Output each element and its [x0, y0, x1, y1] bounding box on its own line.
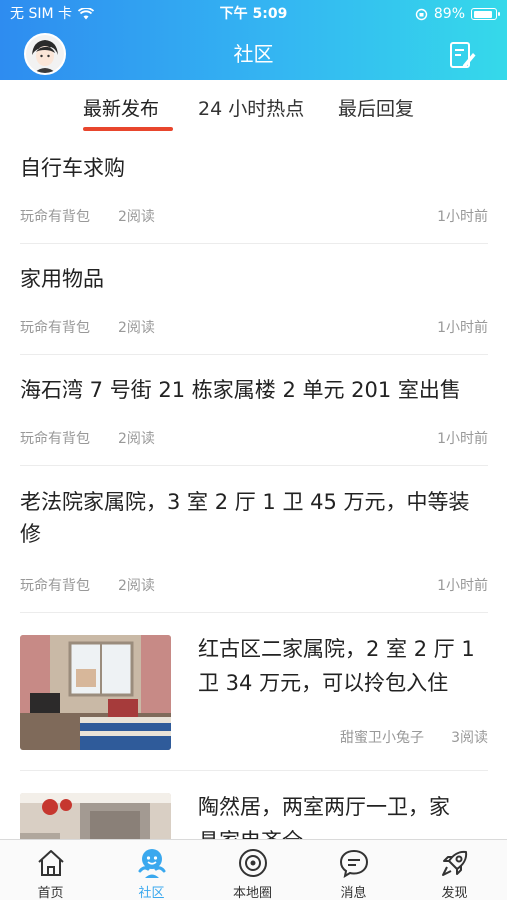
post-time: 1小时前: [437, 578, 488, 594]
post-reads: 2阅读: [118, 209, 155, 225]
post-reads: 2阅读: [118, 320, 155, 336]
list-item[interactable]: 红古区二家属院，2 室 2 厅 1 卫 34 万元，可以拎包入住 甜蜜卫小兔子 …: [20, 613, 488, 771]
tabbar-item-local-circle[interactable]: 本地圈: [202, 840, 303, 900]
status-bar: 无 SIM 卡 下午 5:09 89%: [0, 0, 507, 28]
tab-last-reply[interactable]: 最后回复: [338, 94, 414, 121]
post-feed: 自行车求购 玩命有背包 2阅读 1小时前 家用物品 玩命有背包 2阅读 1小时前…: [0, 134, 507, 839]
tab-latest[interactable]: 最新发布: [83, 94, 159, 121]
post-author: 甜蜜卫小兔子: [340, 730, 424, 746]
tabbar-item-messages[interactable]: 消息: [303, 840, 404, 900]
list-item[interactable]: 海石湾 7 号街 21 栋家属楼 2 单元 201 室出售 玩命有背包 2阅读 …: [20, 355, 488, 466]
local-circle-icon: [238, 849, 267, 877]
list-item[interactable]: 自行车求购 玩命有背包 2阅读 1小时前: [20, 134, 488, 244]
post-reads: 2阅读: [118, 578, 155, 594]
post-author: 玩命有背包: [20, 578, 90, 594]
active-tab-indicator: [83, 127, 173, 131]
post-title-line2: 具家电齐全: [198, 824, 488, 839]
tabbar-item-home[interactable]: 首页: [0, 840, 101, 900]
post-time: 1小时前: [437, 320, 488, 336]
post-thumbnail: [20, 793, 171, 839]
post-thumbnail: [20, 635, 171, 750]
tabbar-item-community[interactable]: 社区: [101, 840, 202, 900]
list-item[interactable]: 老法院家属院，3 室 2 厅 1 卫 45 万元，中等装 修 玩命有背包 2阅读…: [20, 466, 488, 613]
post-title-line1: 老法院家属院，3 室 2 厅 1 卫 45 万元，中等装: [20, 490, 470, 514]
nav-row: 社区: [0, 28, 507, 80]
post-time: 1小时前: [437, 209, 488, 225]
list-item[interactable]: 陶然居，两室两厅一卫，家 具家电齐全: [20, 771, 488, 839]
page-title: 社区: [233, 42, 274, 66]
orientation-lock-icon: [415, 8, 428, 20]
app-root: 无 SIM 卡 下午 5:09 89% 社区 最新发布 24 小时热点 最后回复…: [0, 0, 507, 900]
community-icon: [138, 849, 165, 878]
post-title-line2: 卫 34 万元，可以拎包入住: [198, 671, 449, 695]
status-right: 89%: [415, 0, 500, 28]
post-time: 1小时前: [437, 431, 488, 447]
tabbar-label: 消息: [340, 886, 367, 900]
tabbar-label: 首页: [37, 886, 64, 900]
post-author: 玩命有背包: [20, 209, 90, 225]
tabbar-item-discover[interactable]: 发现: [404, 840, 505, 900]
post-title-line1: 陶然居，两室两厅一卫，家: [198, 795, 450, 819]
compose-icon[interactable]: [447, 40, 477, 70]
post-author: 玩命有背包: [20, 320, 90, 336]
feed-tabs: 最新发布 24 小时热点 最后回复: [0, 80, 507, 134]
tabbar-label: 本地圈: [232, 886, 272, 900]
tabbar-label: 发现: [441, 886, 468, 900]
home-icon: [37, 850, 64, 876]
post-title: 海石湾 7 号街 21 栋家属楼 2 单元 201 室出售: [20, 378, 461, 402]
post-title: 自行车求购: [20, 156, 125, 180]
room-photo: [20, 793, 171, 839]
bottom-tab-bar: 首页 社区 本地圈 消息 发现: [0, 839, 507, 900]
post-title-line2: 修: [20, 522, 41, 546]
post-reads: 3阅读: [451, 730, 488, 746]
header: 无 SIM 卡 下午 5:09 89% 社区: [0, 0, 507, 80]
tab-24h-hot[interactable]: 24 小时热点: [198, 94, 304, 121]
post-title: 家用物品: [20, 267, 104, 291]
battery-fill: [473, 10, 492, 18]
post-reads: 2阅读: [118, 431, 155, 447]
list-item[interactable]: 家用物品 玩命有背包 2阅读 1小时前: [20, 244, 488, 355]
battery-icon: [471, 8, 500, 20]
message-icon: [339, 849, 368, 879]
battery-percent: 89%: [433, 6, 465, 22]
post-title-line1: 红古区二家属院，2 室 2 厅 1: [198, 637, 475, 661]
rocket-icon: [441, 850, 467, 876]
post-author: 玩命有背包: [20, 431, 90, 447]
room-photo: [20, 635, 171, 750]
tabbar-label: 社区: [138, 886, 165, 900]
